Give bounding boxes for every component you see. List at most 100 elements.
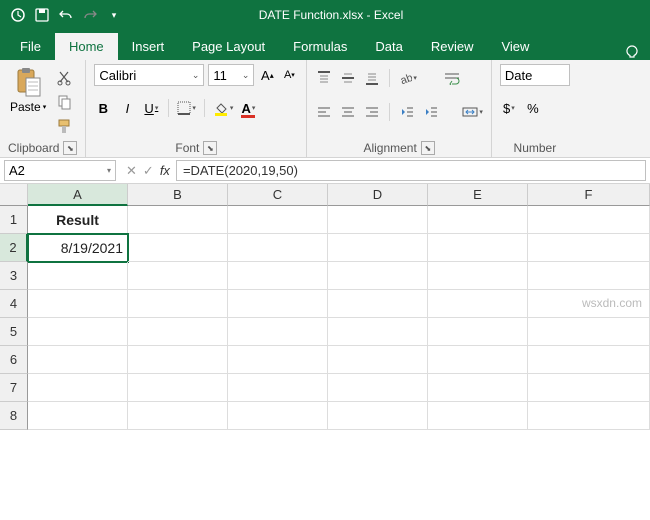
- decrease-font-icon[interactable]: A▾: [280, 65, 298, 85]
- col-header-c[interactable]: C: [228, 184, 328, 206]
- number-format-select[interactable]: Date: [500, 64, 570, 86]
- paste-button[interactable]: Paste▾: [8, 64, 48, 139]
- cell-c5[interactable]: [228, 318, 328, 346]
- font-color-button[interactable]: A▾: [239, 98, 257, 118]
- col-header-d[interactable]: D: [328, 184, 428, 206]
- tab-home[interactable]: Home: [55, 33, 118, 60]
- increase-indent-icon[interactable]: [422, 102, 440, 122]
- fill-color-button[interactable]: ▾: [213, 98, 234, 118]
- cell-c2[interactable]: [228, 234, 328, 262]
- align-right-icon[interactable]: [363, 102, 381, 122]
- cell-b2[interactable]: [128, 234, 228, 262]
- cell-a3[interactable]: [28, 262, 128, 290]
- font-size-select[interactable]: 11⌄: [208, 64, 254, 86]
- cell-d5[interactable]: [328, 318, 428, 346]
- cell-e8[interactable]: [428, 402, 528, 430]
- align-middle-icon[interactable]: [339, 68, 357, 88]
- decrease-indent-icon[interactable]: [398, 102, 416, 122]
- redo-icon[interactable]: [82, 7, 98, 23]
- row-header-7[interactable]: 7: [0, 374, 28, 402]
- tab-file[interactable]: File: [6, 33, 55, 60]
- underline-button[interactable]: U▾: [142, 98, 160, 118]
- cell-f7[interactable]: [528, 374, 650, 402]
- align-left-icon[interactable]: [315, 102, 333, 122]
- cell-e3[interactable]: [428, 262, 528, 290]
- cell-b7[interactable]: [128, 374, 228, 402]
- enter-formula-icon[interactable]: ✓: [143, 163, 154, 179]
- cell-d6[interactable]: [328, 346, 428, 374]
- cell-d7[interactable]: [328, 374, 428, 402]
- cell-b8[interactable]: [128, 402, 228, 430]
- tab-insert[interactable]: Insert: [118, 33, 179, 60]
- cell-a5[interactable]: [28, 318, 128, 346]
- tab-review[interactable]: Review: [417, 33, 488, 60]
- cell-b4[interactable]: [128, 290, 228, 318]
- alignment-launcher-icon[interactable]: ⬊: [421, 141, 435, 155]
- autosave-icon[interactable]: [10, 7, 26, 23]
- font-launcher-icon[interactable]: ⬊: [203, 141, 217, 155]
- cell-c6[interactable]: [228, 346, 328, 374]
- row-header-2[interactable]: 2: [0, 234, 28, 262]
- cell-b5[interactable]: [128, 318, 228, 346]
- italic-button[interactable]: I: [118, 98, 136, 118]
- cell-d4[interactable]: [328, 290, 428, 318]
- select-all-corner[interactable]: [0, 184, 28, 206]
- cell-a7[interactable]: [28, 374, 128, 402]
- cell-b3[interactable]: [128, 262, 228, 290]
- cell-c4[interactable]: [228, 290, 328, 318]
- undo-icon[interactable]: [58, 7, 74, 23]
- row-header-1[interactable]: 1: [0, 206, 28, 234]
- row-header-6[interactable]: 6: [0, 346, 28, 374]
- cell-e2[interactable]: [428, 234, 528, 262]
- cell-f8[interactable]: [528, 402, 650, 430]
- fx-icon[interactable]: fx: [160, 163, 170, 179]
- cell-f1[interactable]: [528, 206, 650, 234]
- row-header-3[interactable]: 3: [0, 262, 28, 290]
- cell-f2[interactable]: [528, 234, 650, 262]
- col-header-e[interactable]: E: [428, 184, 528, 206]
- qat-dropdown-icon[interactable]: ▾: [106, 7, 122, 23]
- cell-f5[interactable]: [528, 318, 650, 346]
- orientation-icon[interactable]: ab▾: [398, 68, 417, 88]
- cell-d3[interactable]: [328, 262, 428, 290]
- col-header-a[interactable]: A: [28, 184, 128, 206]
- cell-d1[interactable]: [328, 206, 428, 234]
- cancel-formula-icon[interactable]: ✕: [126, 163, 137, 179]
- cell-a2[interactable]: 8/19/2021: [28, 234, 128, 262]
- cell-e1[interactable]: [428, 206, 528, 234]
- cell-a8[interactable]: [28, 402, 128, 430]
- row-header-4[interactable]: 4: [0, 290, 28, 318]
- cell-e6[interactable]: [428, 346, 528, 374]
- currency-button[interactable]: $▾: [500, 98, 518, 118]
- cell-a1[interactable]: Result: [28, 206, 128, 234]
- align-center-icon[interactable]: [339, 102, 357, 122]
- tab-formulas[interactable]: Formulas: [279, 33, 361, 60]
- tell-me-icon[interactable]: [624, 44, 640, 60]
- cell-c1[interactable]: [228, 206, 328, 234]
- row-header-8[interactable]: 8: [0, 402, 28, 430]
- percent-button[interactable]: %: [524, 98, 542, 118]
- col-header-f[interactable]: F: [528, 184, 650, 206]
- cell-e4[interactable]: [428, 290, 528, 318]
- cut-icon[interactable]: [54, 68, 74, 88]
- copy-icon[interactable]: [54, 92, 74, 112]
- cell-c3[interactable]: [228, 262, 328, 290]
- merge-center-icon[interactable]: ▾: [462, 102, 483, 122]
- cell-d2[interactable]: [328, 234, 428, 262]
- cell-e7[interactable]: [428, 374, 528, 402]
- name-box[interactable]: A2▾: [4, 160, 116, 181]
- cell-c8[interactable]: [228, 402, 328, 430]
- cell-c7[interactable]: [228, 374, 328, 402]
- cell-b1[interactable]: [128, 206, 228, 234]
- save-icon[interactable]: [34, 7, 50, 23]
- cell-e5[interactable]: [428, 318, 528, 346]
- cell-a6[interactable]: [28, 346, 128, 374]
- font-name-select[interactable]: Calibri⌄: [94, 64, 204, 86]
- cell-d8[interactable]: [328, 402, 428, 430]
- border-button[interactable]: ▾: [177, 98, 196, 118]
- tab-view[interactable]: View: [487, 33, 543, 60]
- cell-f6[interactable]: [528, 346, 650, 374]
- align-top-icon[interactable]: [315, 68, 333, 88]
- tab-data[interactable]: Data: [361, 33, 416, 60]
- bold-button[interactable]: B: [94, 98, 112, 118]
